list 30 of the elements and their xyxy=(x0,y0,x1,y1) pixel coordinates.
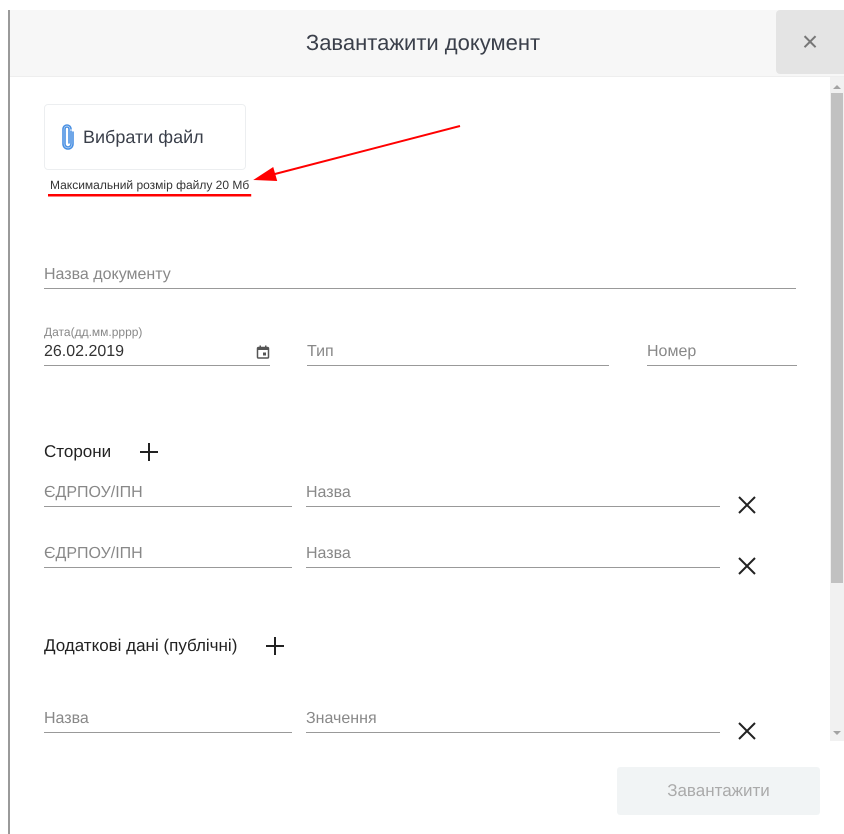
calendar-icon xyxy=(256,345,270,359)
paperclip-icon xyxy=(61,124,75,150)
plus-icon xyxy=(265,636,286,656)
section-title: Додаткові дані (публічні) xyxy=(44,636,238,656)
field-label: Дата(дд.мм.рррр) xyxy=(44,325,142,339)
close-icon xyxy=(737,556,757,576)
remove-button[interactable] xyxy=(737,495,757,515)
section-title: Сторони xyxy=(44,442,112,462)
party-name-field[interactable]: Назва xyxy=(306,545,720,568)
scrollbar[interactable] xyxy=(830,77,844,741)
file-size-hint: Максимальний розмір файлу 20 Мб xyxy=(50,178,250,192)
key-field[interactable]: Назва xyxy=(44,710,292,733)
edrpou-field[interactable]: ЄДРПОУ/ІПН xyxy=(44,484,292,507)
close-icon xyxy=(737,721,757,741)
plus-icon xyxy=(139,442,160,462)
party-name-field[interactable]: Назва xyxy=(306,484,720,507)
remove-button[interactable] xyxy=(737,556,757,576)
edrpou-field[interactable]: ЄДРПОУ/ІПН xyxy=(44,545,292,568)
document-name-field[interactable]: Назва документу xyxy=(44,266,796,289)
value-field[interactable]: Значення xyxy=(306,710,720,733)
dialog-title: Завантажити документ xyxy=(304,30,542,56)
add-button[interactable] xyxy=(265,636,286,656)
close-icon xyxy=(737,495,757,515)
choose-file-button[interactable]: Вибрати файл xyxy=(44,104,246,170)
type-field[interactable]: Тип xyxy=(307,343,609,366)
close-button[interactable]: × xyxy=(776,10,844,74)
remove-button[interactable] xyxy=(737,721,757,741)
add-button[interactable] xyxy=(139,442,160,462)
date-field[interactable]: Дата(дд.мм.рррр) 26.02.2019 xyxy=(44,325,270,366)
number-field[interactable]: Номер xyxy=(647,343,797,366)
